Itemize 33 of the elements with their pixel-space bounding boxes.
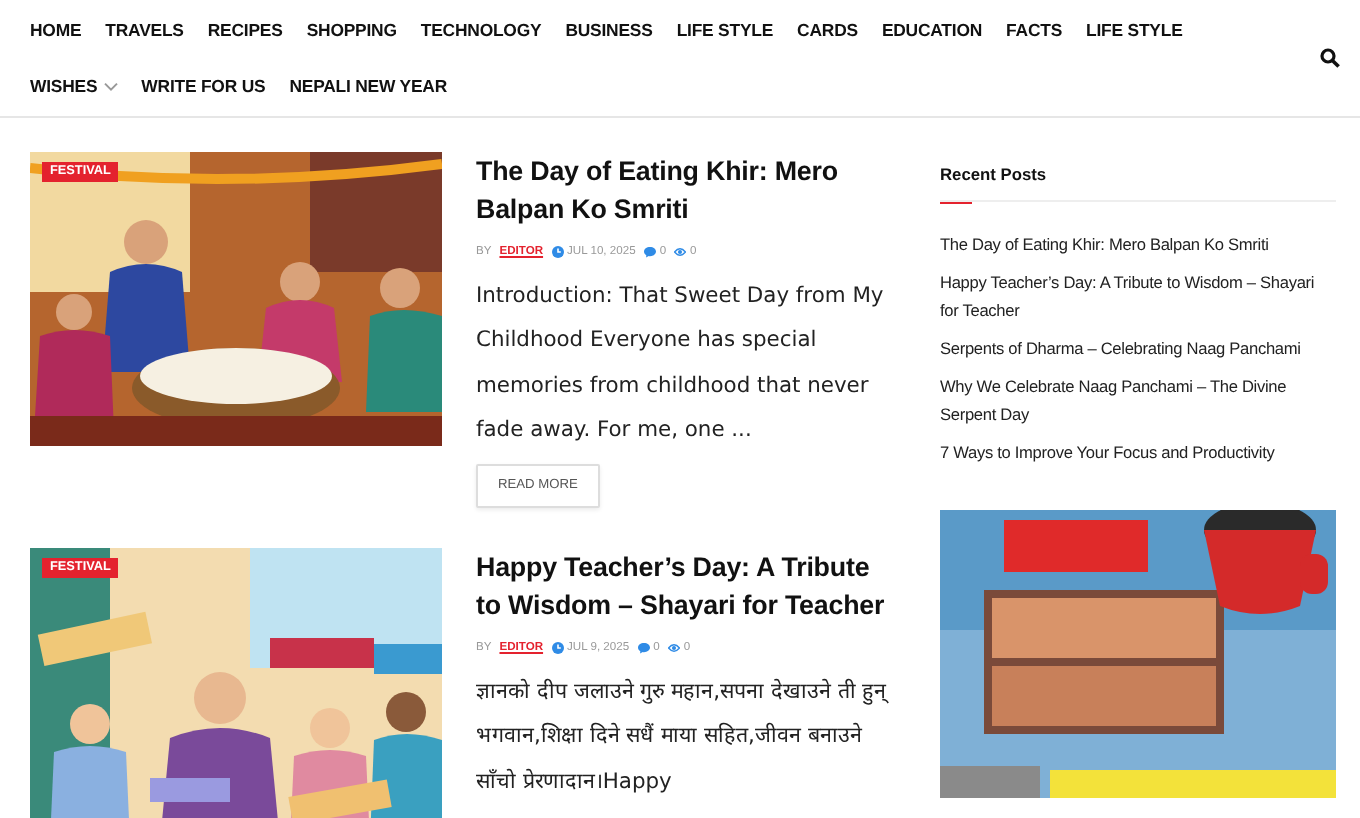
clock-icon bbox=[551, 642, 564, 655]
eye-icon bbox=[667, 642, 680, 655]
nav-link[interactable]: CARDS bbox=[797, 2, 882, 58]
nav-link[interactable]: BUSINESS bbox=[565, 2, 677, 58]
nav-link[interactable]: FACTS bbox=[1006, 2, 1087, 58]
eye-icon bbox=[674, 246, 687, 259]
title-underline bbox=[940, 200, 972, 205]
nav-link[interactable]: TECHNOLOGY bbox=[420, 2, 566, 58]
nav-link[interactable]: RECIPES bbox=[207, 2, 307, 58]
widget-title: Recent Posts bbox=[940, 152, 1336, 203]
caret-icon bbox=[103, 81, 118, 91]
recent-post-link[interactable]: Why We Celebrate Naag Panchami – The Divine Serpent Day bbox=[940, 372, 1336, 429]
recent-post-link[interactable]: 7 Ways to Improve Your Focus and Productivity bbox=[940, 438, 1336, 467]
post-title[interactable]: Happy Teacher’s Day: A Tribute to Wisdom – Shayari for Teacher bbox=[476, 547, 890, 624]
nav-link[interactable]: LIFE STYLE bbox=[676, 2, 798, 58]
post-excerpt: ज्ञानको दीप जलाउने गुरु महान,सपना देखाउने ती हुन् भगवान,शिक्षा दिने सधैं माया सहित,जीवन बनाउने साँचो प्रेरणादान।Happy bbox=[476, 675, 890, 798]
clock-icon bbox=[551, 246, 564, 259]
post-title[interactable]: The Day of Eating Khir: Mero Balpan Ko Smriti bbox=[476, 152, 890, 228]
search-icon[interactable] bbox=[1320, 48, 1340, 68]
nav-link[interactable]: NEPALI NEW YEAR bbox=[289, 58, 471, 114]
nav-link[interactable]: SHOPPING bbox=[306, 2, 421, 58]
nav-link[interactable]: TRAVELS bbox=[105, 2, 208, 58]
comment-icon bbox=[643, 246, 656, 259]
nav-link[interactable]: WRITE FOR US bbox=[141, 58, 290, 114]
recent-post-link[interactable]: Serpents of Dharma – Celebrating Naag Panchami bbox=[940, 334, 1336, 363]
nav-link[interactable]: EDUCATION bbox=[881, 2, 1007, 58]
nav-link[interactable]: HOME bbox=[30, 2, 106, 58]
recent-post-link[interactable]: The Day of Eating Khir: Mero Balpan Ko Smriti bbox=[940, 230, 1336, 259]
nav-link[interactable]: WISHES bbox=[30, 58, 142, 114]
recent-post-link[interactable]: Happy Teacher’s Day: A Tribute to Wisdom – Shayari for Teacher bbox=[940, 268, 1336, 325]
comment-icon bbox=[637, 642, 650, 655]
nav-link[interactable]: LIFE STYLE bbox=[1086, 2, 1207, 58]
post-excerpt: Introduction: That Sweet Day from My Childhood Everyone has special memories from childhood that never fade away. For me, one ... bbox=[476, 279, 886, 447]
